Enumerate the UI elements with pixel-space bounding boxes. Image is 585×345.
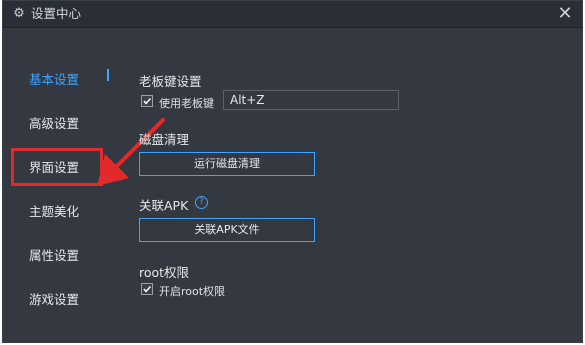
root-title: root权限 xyxy=(139,265,190,280)
sidebar-item-basic[interactable]: 基本设置 xyxy=(29,69,79,88)
close-icon[interactable]: ✕ xyxy=(554,3,576,25)
gear-icon: ⚙ xyxy=(13,6,25,21)
settings-content: 基本设置 高级设置 界面设置 主题美化 属性设置 游戏设置 老板键设置 使用老板… xyxy=(3,28,582,342)
boss-key-hotkey-input[interactable]: Alt+Z xyxy=(223,90,399,110)
help-icon[interactable]: ? xyxy=(195,196,208,209)
root-checkbox-label: 开启root权限 xyxy=(159,285,226,298)
sidebar-item-advanced[interactable]: 高级设置 xyxy=(29,113,79,132)
boss-key-checkbox[interactable] xyxy=(141,95,153,107)
sidebar-item-games[interactable]: 游戏设置 xyxy=(29,289,79,308)
sidebar-item-properties[interactable]: 属性设置 xyxy=(29,245,79,264)
associate-apk-button[interactable]: 关联APK文件 xyxy=(139,218,315,242)
settings-sidebar: 基本设置 高级设置 界面设置 主题美化 属性设置 游戏设置 xyxy=(3,28,165,342)
active-indicator xyxy=(107,69,109,81)
highlight-box xyxy=(11,148,103,186)
run-disk-clean-button[interactable]: 运行磁盘清理 xyxy=(139,152,315,176)
boss-key-title: 老板键设置 xyxy=(139,74,202,89)
boss-key-checkbox-label: 使用老板键 xyxy=(159,97,214,110)
sidebar-item-theme[interactable]: 主题美化 xyxy=(29,201,79,220)
title-bar[interactable]: ⚙ 设置中心 ✕ xyxy=(3,1,582,28)
disk-clean-title: 磁盘清理 xyxy=(139,132,190,147)
settings-window: ⚙ 设置中心 ✕ 基本设置 高级设置 界面设置 主题美化 属性设置 游戏设置 老… xyxy=(2,0,583,343)
settings-main: 老板键设置 使用老板键 Alt+Z 磁盘清理 运行磁盘清理 关联APK ? 关联… xyxy=(139,28,582,342)
window-title: 设置中心 xyxy=(31,6,82,21)
apk-title: 关联APK xyxy=(139,198,189,213)
root-checkbox[interactable] xyxy=(141,283,153,295)
